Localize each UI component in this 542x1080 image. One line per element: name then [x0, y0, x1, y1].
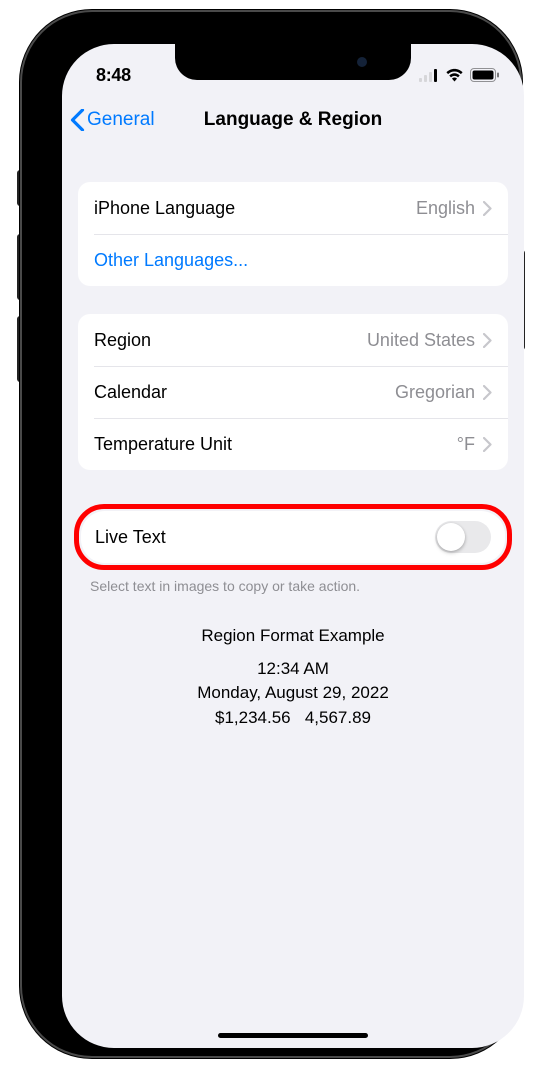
region-label: Region	[94, 330, 151, 351]
other-languages-label: Other Languages...	[94, 250, 248, 271]
temperature-row[interactable]: Temperature Unit °F	[78, 418, 508, 470]
page-title: Language & Region	[204, 109, 382, 131]
navigation-bar: General Language & Region	[62, 94, 524, 146]
status-time: 8:48	[96, 65, 131, 86]
chevron-right-icon	[483, 437, 492, 452]
status-icons	[419, 68, 500, 82]
example-date: Monday, August 29, 2022	[62, 681, 524, 706]
temperature-label: Temperature Unit	[94, 434, 232, 455]
phone-mockup: 8:48	[22, 12, 520, 1056]
notch	[175, 44, 411, 80]
example-number: 4,567.89	[305, 708, 371, 727]
iphone-language-row[interactable]: iPhone Language English	[78, 182, 508, 234]
back-button[interactable]: General	[70, 109, 155, 131]
example-numbers: $1,234.56 4,567.89	[62, 706, 524, 731]
toggle-knob	[437, 523, 465, 551]
other-languages-row[interactable]: Other Languages...	[78, 234, 508, 286]
chevron-left-icon	[70, 109, 85, 131]
chevron-right-icon	[483, 201, 492, 216]
live-text-label: Live Text	[95, 527, 166, 548]
chevron-right-icon	[483, 385, 492, 400]
battery-icon	[470, 68, 500, 82]
temperature-value: °F	[457, 434, 475, 455]
cellular-signal-icon	[419, 69, 439, 82]
wifi-icon	[445, 68, 464, 82]
calendar-label: Calendar	[94, 382, 167, 403]
region-row[interactable]: Region United States	[78, 314, 508, 366]
live-text-highlight: Live Text	[74, 504, 512, 570]
calendar-value: Gregorian	[395, 382, 475, 403]
screen: 8:48	[62, 44, 524, 1048]
region-value: United States	[367, 330, 475, 351]
live-text-toggle[interactable]	[435, 521, 491, 553]
live-text-row[interactable]: Live Text	[81, 511, 505, 563]
language-section: iPhone Language English Other Languages.…	[78, 182, 508, 286]
iphone-language-value: English	[416, 198, 475, 219]
back-label: General	[87, 109, 155, 131]
calendar-row[interactable]: Calendar Gregorian	[78, 366, 508, 418]
example-currency: $1,234.56	[215, 708, 291, 727]
region-format-example: Region Format Example 12:34 AM Monday, A…	[62, 624, 524, 731]
iphone-language-label: iPhone Language	[94, 198, 235, 219]
example-time: 12:34 AM	[62, 657, 524, 682]
live-text-description: Select text in images to copy or take ac…	[62, 570, 524, 594]
region-section: Region United States Calendar Gregorian …	[78, 314, 508, 470]
example-title: Region Format Example	[62, 624, 524, 649]
home-indicator[interactable]	[218, 1033, 368, 1038]
chevron-right-icon	[483, 333, 492, 348]
content: General Language & Region iPhone Languag…	[62, 94, 524, 1048]
